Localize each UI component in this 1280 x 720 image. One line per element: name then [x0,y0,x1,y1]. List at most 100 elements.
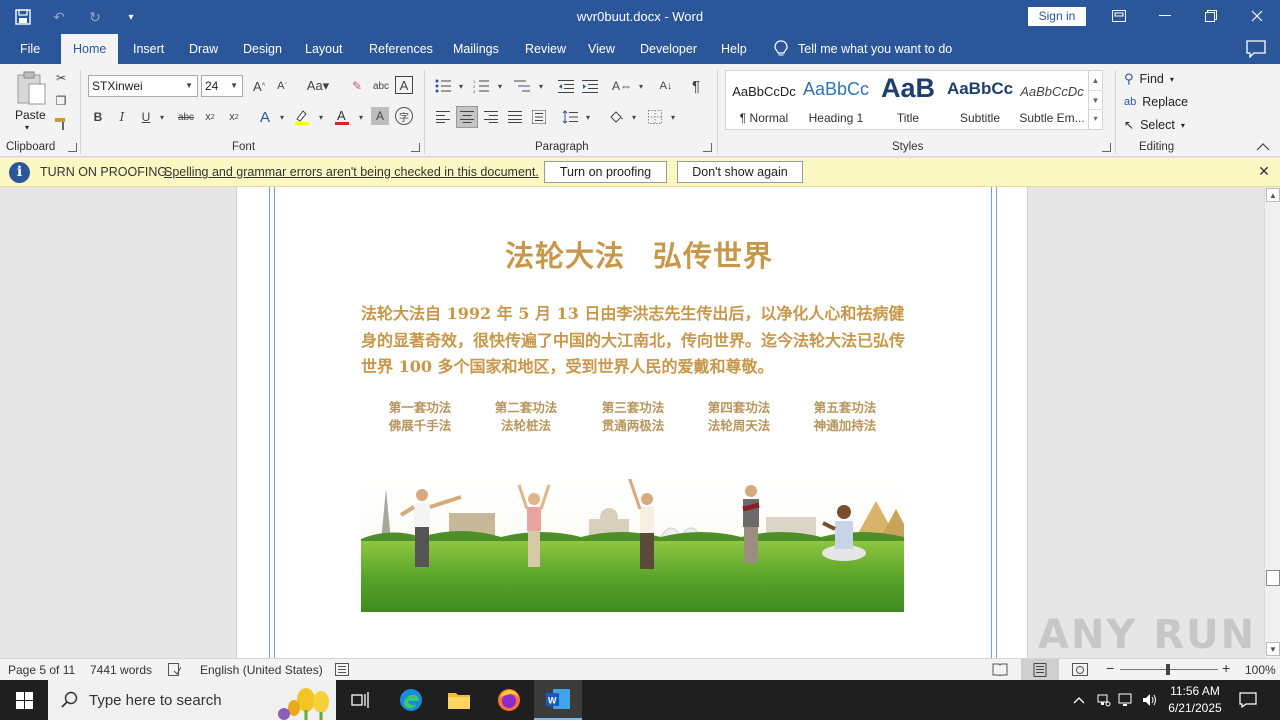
turn-on-proofing-button[interactable]: Turn on proofing [544,161,667,183]
clipboard-launcher-icon[interactable] [68,143,77,152]
shading-icon[interactable] [606,107,626,127]
asian-layout-icon[interactable]: A⇔ [612,76,632,96]
copy-icon[interactable]: ❐ [51,91,71,111]
select-button[interactable]: ↖ Select ▾ [1124,115,1185,135]
chevron-down-icon[interactable]: ▾ [578,107,598,127]
paste-button[interactable]: Paste ▾ [10,68,50,134]
web-layout-icon[interactable] [1072,663,1088,679]
chevron-down-icon[interactable]: ▾ [490,76,510,96]
numbering-icon[interactable]: 123 [471,76,491,96]
close-icon[interactable]: ✕ [1256,163,1272,179]
character-border-icon[interactable]: A [395,76,413,94]
print-layout-icon[interactable] [1021,659,1059,680]
find-button[interactable]: ⚲ Find ▾ [1124,69,1174,89]
practitioners-image[interactable] [361,479,904,612]
style-heading-1[interactable]: AaBbCc Heading 1 [800,71,872,129]
align-left-icon[interactable] [433,107,453,127]
character-shading-icon[interactable]: A [371,107,389,125]
tab-design[interactable]: Design [243,34,282,64]
clear-formatting-icon[interactable]: ✎ [347,76,367,96]
tab-review[interactable]: Review [525,34,566,64]
vertical-scrollbar[interactable]: ▲ ▼ [1264,187,1280,658]
format-painter-icon[interactable] [51,114,71,134]
tab-file[interactable]: File [20,34,40,64]
decrease-indent-icon[interactable] [556,76,576,96]
font-launcher-icon[interactable] [411,143,420,152]
word-taskbar-icon[interactable]: W [534,680,582,720]
close-icon[interactable] [1234,0,1280,32]
restore-icon[interactable] [1188,0,1234,32]
collapse-ribbon-icon[interactable] [1256,140,1270,151]
chevron-down-icon[interactable]: ▾ [624,107,644,127]
chevron-down-icon[interactable]: ▾ [272,107,292,127]
enclose-characters-icon[interactable]: 字 [395,107,413,125]
network-icon[interactable] [1094,680,1114,720]
scroll-down-icon[interactable]: ▼ [1266,642,1280,656]
paragraph-launcher-icon[interactable] [703,143,712,152]
multilevel-list-icon[interactable] [512,76,532,96]
tab-layout[interactable]: Layout [305,34,343,64]
edge-icon[interactable] [387,680,435,720]
notifications-icon[interactable] [1234,680,1262,720]
align-right-icon[interactable] [481,107,501,127]
chevron-down-icon[interactable]: ▾ [631,76,651,96]
superscript-icon[interactable]: x2 [224,107,244,127]
zoom-level[interactable]: 100% [1245,663,1276,677]
accessibility-icon[interactable] [335,663,349,679]
zoom-in-icon[interactable]: + [1222,660,1230,676]
tab-developer[interactable]: Developer [640,34,697,64]
style-normal[interactable]: AaBbCcDc ¶ Normal [728,71,800,129]
task-view-icon[interactable] [336,680,384,720]
tab-mailings[interactable]: Mailings [453,34,499,64]
increase-indent-icon[interactable] [580,76,600,96]
bold-icon[interactable]: B [88,107,108,127]
start-button[interactable] [0,680,48,720]
grow-font-icon[interactable]: A ^ [249,76,269,96]
document-area[interactable]: 法轮大法 弘传世界 法轮大法自 1992 年 5 月 13 日由李洪志先生传出后，… [0,187,1264,658]
chevron-down-icon[interactable]: ▾ [451,76,471,96]
paste-dropdown-icon[interactable]: ▾ [25,123,29,132]
proofing-message-link[interactable]: Spelling and grammar errors aren't being… [164,165,539,179]
justify-icon[interactable] [505,107,525,127]
language-status[interactable]: English (United States) [200,663,323,677]
tab-insert[interactable]: Insert [133,34,164,64]
styles-launcher-icon[interactable] [1102,143,1111,152]
show-formatting-marks-icon[interactable]: ¶ [686,76,706,96]
shrink-font-icon[interactable]: Aˇ [272,76,292,96]
align-center-icon[interactable] [456,106,478,128]
highlight-icon[interactable] [292,107,312,127]
firefox-icon[interactable] [485,680,533,720]
tab-view[interactable]: View [588,34,615,64]
sign-in-button[interactable]: Sign in [1028,7,1086,26]
chevron-up-icon[interactable]: ▲ [1089,71,1102,90]
zoom-out-icon[interactable]: − [1106,660,1114,676]
comments-icon[interactable] [1246,40,1266,58]
cut-icon[interactable]: ✂ [51,68,71,88]
minimize-icon[interactable] [1142,0,1188,32]
tab-references[interactable]: References [369,34,433,64]
strikethrough-icon[interactable]: abc [176,107,196,127]
italic-icon[interactable]: I [112,107,132,127]
scrollbar-thumb[interactable] [1266,570,1280,586]
tell-me-box[interactable]: Tell me what you want to do [774,34,952,64]
font-size-box[interactable]: 24 ▼ [201,75,243,97]
borders-icon[interactable] [645,107,665,127]
distributed-icon[interactable] [529,107,549,127]
monitor-icon[interactable] [1116,680,1136,720]
word-count[interactable]: 7441 words [90,663,152,677]
font-name-box[interactable]: STXinwei ▼ [88,75,198,97]
styles-scroll[interactable]: ▲ ▼ ▾ [1088,71,1102,129]
chevron-up-icon[interactable] [1068,680,1090,720]
phonetic-guide-icon[interactable]: abc [371,76,391,96]
volume-icon[interactable] [1140,680,1160,720]
document-page[interactable]: 法轮大法 弘传世界 法轮大法自 1992 年 5 月 13 日由李洪志先生传出后，… [236,187,1028,658]
taskbar-search-box[interactable]: Type here to search [48,680,336,720]
bullets-icon[interactable] [433,76,453,96]
change-case-icon[interactable]: Aa▾ [302,76,334,96]
file-explorer-icon[interactable] [435,680,483,720]
ribbon-display-options-icon[interactable] [1096,0,1142,32]
chevron-down-icon[interactable]: ▾ [663,107,683,127]
tab-help[interactable]: Help [721,34,747,64]
chevron-down-icon[interactable]: ▾ [311,107,331,127]
proofing-status-icon[interactable] [168,663,182,679]
